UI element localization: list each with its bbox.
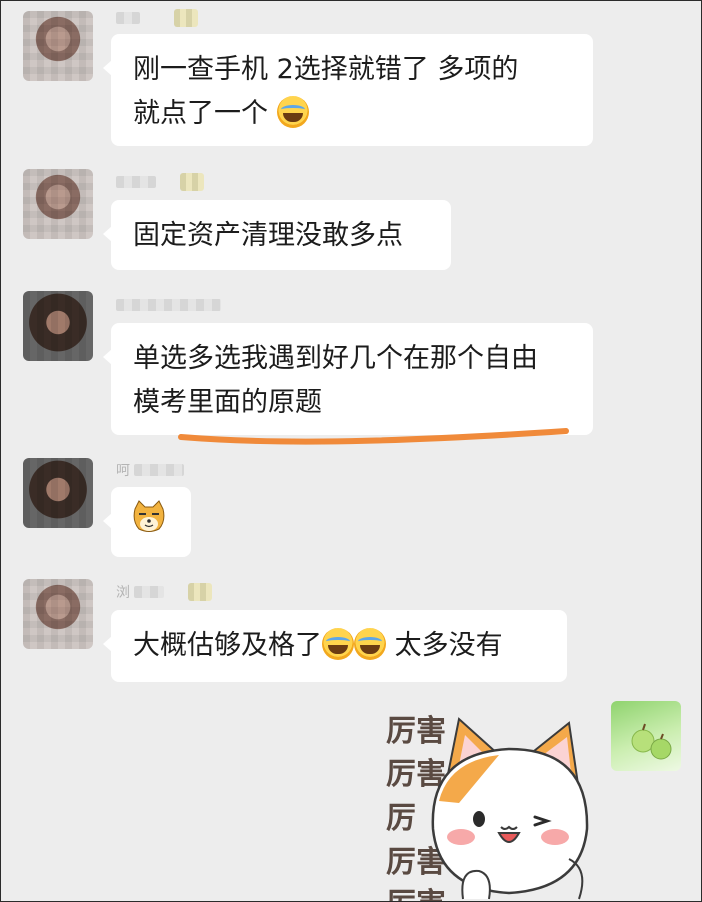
name-blur xyxy=(134,464,184,476)
group-tag xyxy=(174,9,198,27)
message-text-line-2: 模考里面的原题 xyxy=(133,387,322,418)
message-bubble[interactable]: 固定资产清理没敢多点 xyxy=(103,200,451,270)
sender-name: 浏 xyxy=(116,583,212,601)
message-text-line-2: 就点了一个 xyxy=(133,92,571,136)
sender-name xyxy=(116,296,221,314)
sender-avatar[interactable] xyxy=(23,579,93,649)
message-bubble[interactable]: 刚一查手机 2选择就错了 多项的 就点了一个 xyxy=(103,34,593,146)
group-tag xyxy=(188,583,212,601)
sender-name xyxy=(116,9,198,27)
sender-avatar[interactable] xyxy=(23,291,93,361)
message-bubble[interactable]: 大概估够及格了 太多没有 xyxy=(103,610,567,682)
orange-underline-annotation xyxy=(178,428,569,445)
laughing-crying-face-icon xyxy=(354,628,386,660)
message-text: 大概估够及格了 xyxy=(133,630,322,661)
name-blur xyxy=(116,12,140,24)
message-text-line-1: 刚一查手机 2选择就错了 多项的 xyxy=(133,54,519,85)
message-bubble[interactable] xyxy=(103,487,191,557)
message-bubble[interactable]: 单选多选我遇到好几个在那个自由 模考里面的原题 xyxy=(103,323,593,435)
name-blur xyxy=(116,176,156,188)
message-text-line-1: 固定资产清理没敢多点 xyxy=(133,220,403,251)
sender-avatar[interactable] xyxy=(23,169,93,239)
self-avatar[interactable] xyxy=(611,701,681,771)
laughing-crying-face-icon xyxy=(322,628,354,660)
sender-name: 呵 xyxy=(116,461,184,479)
doge-face-icon xyxy=(133,500,165,532)
message-text: 就点了一个 xyxy=(133,98,268,129)
sender-avatar[interactable] xyxy=(23,11,93,81)
message-text-line-1: 单选多选我遇到好几个在那个自由 xyxy=(133,343,538,374)
name-blur xyxy=(116,299,221,311)
sender-name xyxy=(116,173,204,191)
cat-face-icon xyxy=(431,717,589,900)
message-text-line-1: 大概估够及格了 太多没有 xyxy=(133,624,545,668)
laughing-crying-face-icon xyxy=(276,96,309,128)
sticker-text: 厉 xyxy=(386,801,416,836)
sender-name-text: 浏 xyxy=(116,585,130,601)
name-blur xyxy=(134,586,164,598)
green-apples-icon xyxy=(631,723,672,760)
message-text: 太多没有 xyxy=(386,630,503,661)
chat-window: 刚一查手机 2选择就错了 多项的 就点了一个 固定资产清理没敢多点 单选多选我遇… xyxy=(0,0,702,902)
group-tag xyxy=(180,173,204,191)
cat-sticker[interactable]: 厉害 厉害 厉 厉害 厉害 xyxy=(381,701,601,901)
sender-name-text: 呵 xyxy=(116,463,130,479)
sender-avatar[interactable] xyxy=(23,458,93,528)
